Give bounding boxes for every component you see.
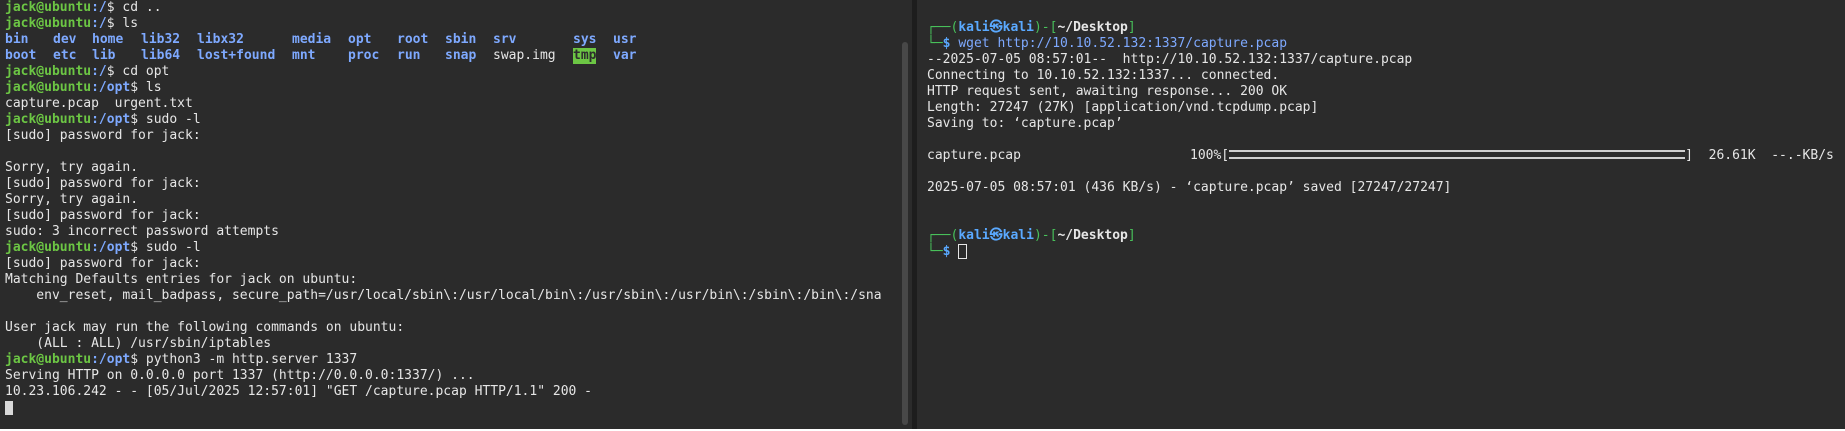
dir-entry: media <box>292 32 332 47</box>
scrollbar[interactable] <box>902 42 908 425</box>
dir-entry: lost+found <box>197 48 276 63</box>
prompt-line: ┌──(kali㉿kali)-[~/Desktop] <box>927 20 1136 35</box>
terminal-output: capture.pcap urgent.txt <box>5 96 193 111</box>
terminal-line: jack@ubuntu:/opt$ ls <box>5 80 162 95</box>
terminal-output: Length: 27247 (27K) [application/vnd.tcp… <box>927 100 1319 115</box>
prompt-line: ┌──(kali㉿kali)-[~/Desktop] <box>927 228 1136 243</box>
cursor-block <box>5 400 13 415</box>
left-terminal-pane[interactable]: jack@ubuntu:/$ cd .. jack@ubuntu:/$ ls b… <box>0 0 912 429</box>
terminal-output: [sudo] password for jack: <box>5 128 201 143</box>
right-terminal-pane[interactable]: ┌──(kali㉿kali)-[~/Desktop] └─$ wget http… <box>917 0 1845 429</box>
dir-entry: sys <box>573 32 597 47</box>
dir-entry: srv <box>493 32 517 47</box>
dir-entry: root <box>397 32 429 47</box>
terminal-output: Sorry, try again. <box>5 192 139 207</box>
dir-entry-highlighted: tmp <box>573 48 597 64</box>
prompt-line[interactable]: └─$ <box>927 244 968 260</box>
file-entry: swap.img <box>493 48 556 63</box>
dir-entry: etc <box>53 48 77 63</box>
dir-entry: opt <box>348 32 372 47</box>
terminal-line: jack@ubuntu:/opt$ python3 -m http.server… <box>5 352 358 367</box>
cursor-block <box>958 244 968 259</box>
terminal-output: sudo: 3 incorrect password attempts <box>5 224 279 239</box>
dir-entry: usr <box>613 32 637 47</box>
terminal-output: Sorry, try again. <box>5 160 139 175</box>
terminal-line: jack@ubuntu:/$ cd opt <box>5 64 170 79</box>
dir-entry: home <box>92 32 124 47</box>
dir-entry: mnt <box>292 48 316 63</box>
terminal-output: Connecting to 10.10.52.132:1337... conne… <box>927 68 1280 83</box>
terminal-output: --2025-07-05 08:57:01-- http://10.10.52.… <box>927 52 1413 67</box>
terminal-output: HTTP request sent, awaiting response... … <box>927 84 1288 99</box>
terminal-output: Saving to: ‘capture.pcap’ <box>927 116 1123 131</box>
terminal-output: Matching Defaults entries for jack on ub… <box>5 272 358 287</box>
dir-entry: boot <box>5 48 37 63</box>
dir-entry: libx32 <box>197 32 244 47</box>
terminal-output: [sudo] password for jack: <box>5 208 201 223</box>
dir-entry: lib64 <box>141 48 181 63</box>
progress-filename: capture.pcap <box>927 148 1021 163</box>
dir-entry: sbin <box>445 32 477 47</box>
terminal-output: 2025-07-05 08:57:01 (436 KB/s) - ‘captur… <box>927 180 1452 195</box>
terminal-output: (ALL : ALL) /usr/sbin/iptables <box>5 336 272 351</box>
terminal-line: jack@ubuntu:/$ cd .. <box>5 0 162 15</box>
terminal-line: jack@ubuntu:/$ ls <box>5 16 139 31</box>
terminal-output: [sudo] password for jack: <box>5 176 201 191</box>
dir-entry: lib32 <box>141 32 181 47</box>
dir-entry: dev <box>53 32 77 47</box>
terminal-output: 10.23.106.242 - - [05/Jul/2025 12:57:01]… <box>5 384 592 399</box>
terminal-output: env_reset, mail_badpass, secure_path=/us… <box>5 288 882 303</box>
terminal-line: jack@ubuntu:/opt$ sudo -l <box>5 112 201 127</box>
dir-entry: bin <box>5 32 29 47</box>
terminal-output: User jack may run the following commands… <box>5 320 405 335</box>
terminal-output: Serving HTTP on 0.0.0.0 port 1337 (http:… <box>5 368 475 383</box>
dir-entry: snap <box>445 48 477 63</box>
download-progress-bar <box>1229 150 1686 159</box>
dir-entry: proc <box>348 48 380 63</box>
prompt-line: └─$ wget http://10.10.52.132:1337/captur… <box>927 36 1288 51</box>
terminal-line: jack@ubuntu:/opt$ sudo -l <box>5 240 201 255</box>
terminal-cursor-line[interactable] <box>5 400 13 416</box>
progress-percent: 100%[] 26.61K --.-KB/s <box>1190 148 1834 163</box>
dir-entry: run <box>397 48 421 63</box>
dir-entry: lib <box>92 48 116 63</box>
terminal-output: [sudo] password for jack: <box>5 256 201 271</box>
dir-entry: var <box>613 48 637 63</box>
